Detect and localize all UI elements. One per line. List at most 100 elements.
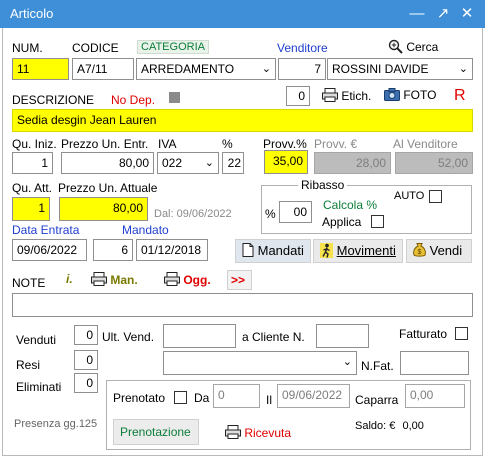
- mandato-date-field[interactable]: 01/12/2018: [136, 239, 208, 261]
- il-field[interactable]: 09/06/2022: [277, 384, 350, 408]
- auto-checkbox[interactable]: [429, 190, 442, 203]
- data-entrata-label: Data Entrata: [12, 223, 80, 237]
- prezzo-entr-field[interactable]: 80,00: [61, 152, 154, 174]
- prezzo-att-field[interactable]: 80,00: [59, 197, 148, 221]
- qu-iniz-field[interactable]: 1: [12, 152, 53, 174]
- ogg-button[interactable]: Ogg.: [164, 272, 211, 287]
- ribasso-label: Ribasso: [298, 178, 348, 192]
- presenza-label: Presenza gg.125: [14, 418, 98, 430]
- descrizione-label: DESCRIZIONE: [12, 93, 95, 107]
- applica-checkbox[interactable]: [371, 215, 384, 228]
- nfat-label: N.Fat.: [361, 359, 394, 373]
- document-icon: [242, 243, 254, 257]
- descrizione-field[interactable]: Sedia desgin Jean Lauren: [12, 109, 473, 132]
- venduti-label: Venduti: [16, 333, 57, 347]
- num-field[interactable]: 11: [12, 58, 69, 80]
- provv-eur-field: 28,00: [314, 152, 391, 174]
- no-dep-checkbox[interactable]: [169, 92, 180, 103]
- prenotato-label: Prenotato: [113, 391, 166, 405]
- note-label: NOTE: [12, 276, 46, 290]
- prenotazione-button[interactable]: Prenotazione: [113, 419, 199, 445]
- printer-icon: [225, 425, 241, 439]
- provv-pct-label: Provv.%: [263, 137, 307, 151]
- prezzo-entr-label: Prezzo Un. Entr.: [61, 137, 149, 151]
- etich-count-field[interactable]: 0: [286, 86, 310, 106]
- note-field[interactable]: [12, 293, 473, 317]
- no-dep-label: No Dep.: [111, 93, 156, 107]
- chevron-down-icon: ⌄: [342, 356, 352, 368]
- mandato-num-field[interactable]: 6: [93, 239, 133, 261]
- ribasso-pct-label: %: [265, 207, 276, 221]
- caparra-field[interactable]: 0,00: [405, 384, 465, 408]
- a-cliente-label: a Cliente N.: [242, 330, 305, 344]
- venditore-select[interactable]: ROSSINI DAVIDE ⌄: [327, 58, 473, 80]
- prenotato-checkbox[interactable]: [174, 391, 187, 404]
- fatturato-label: Fatturato: [399, 327, 448, 341]
- fatturato-checkbox[interactable]: [455, 327, 468, 340]
- caparra-label: Caparra: [355, 393, 399, 407]
- da-label: Da: [194, 391, 210, 405]
- prezzo-att-label: Prezzo Un. Attuale: [58, 181, 158, 195]
- ult-vend-field[interactable]: [163, 324, 236, 348]
- money-bag-icon: $: [413, 243, 426, 257]
- ult-vend-label: Ult. Vend.: [102, 330, 155, 344]
- venditore-label: Venditore: [277, 41, 328, 55]
- codice-label: CODICE: [72, 41, 119, 55]
- resi-field: 0: [74, 350, 98, 370]
- close-icon[interactable]: ✕: [455, 2, 479, 26]
- da-field[interactable]: 0: [213, 384, 260, 408]
- cerca-button[interactable]: Cerca: [388, 39, 438, 54]
- qu-att-field[interactable]: 1: [12, 197, 50, 221]
- applica-label: Applica: [322, 215, 362, 229]
- camera-icon: [384, 88, 400, 101]
- qu-iniz-label: Qu. Iniz.: [12, 137, 57, 151]
- ricevuta-button[interactable]: Ricevuta: [225, 425, 291, 440]
- ribasso-field[interactable]: 00: [279, 201, 312, 223]
- printer-icon: [91, 272, 107, 286]
- venditore-num-field[interactable]: 7: [278, 58, 326, 80]
- mandati-label: Mandati: [257, 243, 304, 258]
- chevron-down-icon: ⌄: [261, 63, 271, 75]
- num-label: NUM.: [12, 41, 43, 55]
- fattura-select[interactable]: ⌄: [163, 351, 357, 375]
- data-entrata-field[interactable]: 09/06/2022: [12, 239, 87, 261]
- ricevuta-label: Ricevuta: [244, 426, 292, 440]
- saldo-currency: €: [389, 420, 396, 432]
- provv-pct-field[interactable]: 35,00: [264, 150, 308, 174]
- more-button[interactable]: >>: [227, 270, 252, 290]
- window-title: Articolo: [10, 6, 54, 21]
- nfat-field[interactable]: [400, 351, 469, 375]
- resi-label: Resi: [16, 358, 41, 372]
- printer-icon: [322, 88, 338, 102]
- provv-eur-label: Provv. €: [314, 137, 358, 151]
- calcola-label[interactable]: Calcola %: [323, 198, 377, 212]
- eliminati-field: 0: [74, 373, 98, 393]
- maximize-icon[interactable]: ↗: [431, 2, 455, 26]
- saldo-value: 0,00: [402, 420, 424, 432]
- saldo-text: Saldo:: [355, 420, 387, 432]
- a-cliente-field[interactable]: [316, 324, 369, 348]
- codice-field[interactable]: A7/11: [72, 58, 134, 80]
- title-bar: Articolo — ↗ ✕: [0, 0, 485, 28]
- etich-button[interactable]: Etich.: [322, 88, 371, 103]
- auto-label: AUTO: [394, 190, 425, 202]
- movimenti-label: Movimenti: [336, 243, 396, 258]
- movimenti-button[interactable]: Movimenti: [313, 239, 403, 263]
- iva-value: 022: [162, 156, 183, 170]
- r-label[interactable]: R: [454, 87, 466, 105]
- foto-button[interactable]: FOTO: [384, 88, 436, 102]
- iva-pct-field[interactable]: 22: [222, 152, 244, 174]
- categoria-select[interactable]: ARREDAMENTO ⌄: [136, 58, 276, 80]
- vendi-button[interactable]: $ Vendi: [406, 239, 472, 263]
- minimize-icon[interactable]: —: [405, 2, 429, 26]
- dal-date-label: Dal: 09/06/2022: [154, 208, 232, 220]
- venduti-field: 0: [74, 325, 98, 345]
- vendi-label: Vendi: [429, 243, 463, 258]
- mandati-button[interactable]: Mandati: [235, 239, 311, 263]
- categoria-button[interactable]: CATEGORIA: [137, 40, 209, 54]
- printer-icon: [164, 272, 180, 286]
- man-button[interactable]: Man.: [91, 272, 138, 287]
- qu-att-label: Qu. Att.: [12, 181, 53, 195]
- iva-select[interactable]: 022 ⌄: [157, 152, 219, 174]
- info-icon[interactable]: i.: [66, 272, 73, 286]
